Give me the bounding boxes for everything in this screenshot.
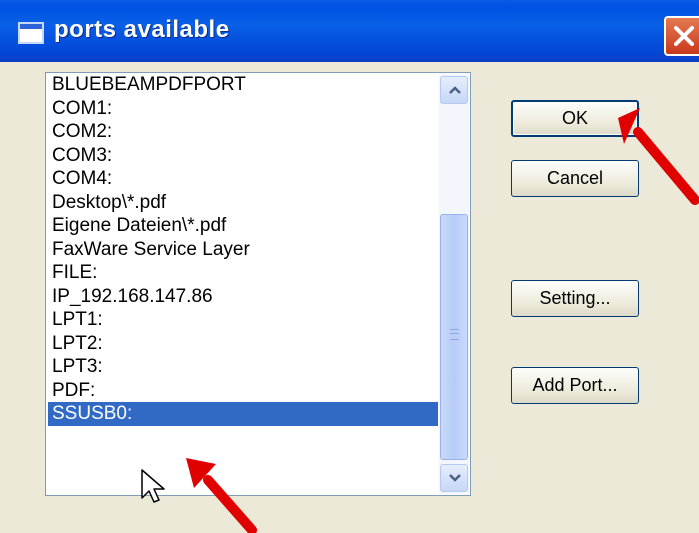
chevron-up-icon <box>449 86 461 94</box>
close-button[interactable] <box>664 16 699 56</box>
vertical-scrollbar[interactable] <box>439 74 469 494</box>
list-item[interactable]: COM2: <box>48 120 438 144</box>
ports-listbox[interactable]: BLUEBEAMPDFPORT COM1: COM2: COM3: COM4: … <box>45 72 471 496</box>
setting-button[interactable]: Setting... <box>511 280 639 317</box>
annotation-arrow-icon <box>618 108 699 205</box>
close-icon <box>674 26 694 46</box>
list-item[interactable]: Desktop\*.pdf <box>48 191 438 215</box>
list-item[interactable]: BLUEBEAMPDFPORT <box>48 73 438 97</box>
list-item[interactable]: FaxWare Service Layer <box>48 238 438 262</box>
list-item[interactable]: LPT3: <box>48 355 438 379</box>
mouse-pointer-icon <box>141 469 165 503</box>
scroll-up-button[interactable] <box>440 76 468 104</box>
list-item[interactable]: COM3: <box>48 144 438 168</box>
list-item[interactable]: IP_192.168.147.86 <box>48 285 438 309</box>
window-icon <box>18 22 44 44</box>
list-item[interactable]: PDF: <box>48 379 438 403</box>
grip-icon <box>450 329 459 340</box>
scroll-thumb[interactable] <box>440 214 468 460</box>
list-item[interactable]: LPT2: <box>48 332 438 356</box>
window-title: ports available <box>54 16 230 43</box>
add-port-button[interactable]: Add Port... <box>511 367 639 404</box>
ports-list: BLUEBEAMPDFPORT COM1: COM2: COM3: COM4: … <box>48 73 438 426</box>
list-item-selected[interactable]: SSUSB0: <box>48 402 438 426</box>
list-item[interactable]: Eigene Dateien\*.pdf <box>48 214 438 238</box>
list-item[interactable]: COM4: <box>48 167 438 191</box>
list-item[interactable]: COM1: <box>48 97 438 121</box>
list-item[interactable]: FILE: <box>48 261 438 285</box>
scroll-down-button[interactable] <box>440 464 468 492</box>
chevron-down-icon <box>449 474 461 482</box>
annotation-arrow-icon <box>186 458 257 533</box>
title-bar: ports available <box>0 0 699 62</box>
list-item[interactable]: LPT1: <box>48 308 438 332</box>
